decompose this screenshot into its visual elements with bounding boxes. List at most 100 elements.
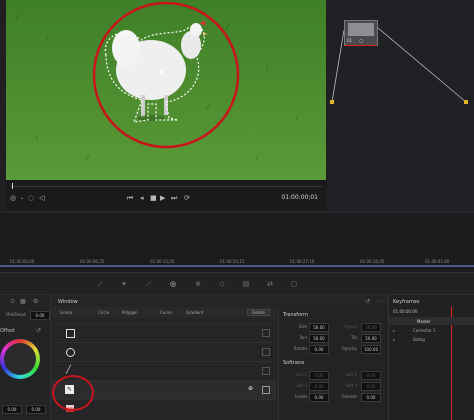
invert-toggle[interactable]: [262, 386, 270, 394]
chevron-down-icon[interactable]: ⌄: [20, 194, 24, 202]
softness-title: Softness: [283, 360, 305, 366]
audio-icon[interactable]: ◁: [39, 194, 44, 202]
invert-toggle[interactable]: [262, 329, 270, 337]
reset-icon[interactable]: ↺: [365, 298, 370, 305]
target-icon[interactable]: ⊙: [10, 298, 15, 305]
circle-icon: [66, 348, 75, 357]
qualifier-icon[interactable]: ⟋: [145, 280, 153, 288]
transform-title: Transform: [283, 312, 308, 318]
transform-panel: Transform Size 50.00 Aspect 50.00 Pan 50…: [278, 307, 387, 420]
lower-panels: ⊙ ▦ ⚙ Mid/Detail 0.00 Offset ↺ 0.00 0.00…: [0, 294, 474, 420]
transport-bar: ◎ ⌄ ◌ ◁ ⏮ ◂ ■ ▶ ⏭ ⟳ 01:00:00;01: [6, 180, 326, 210]
color-match-icon[interactable]: ✦: [120, 280, 128, 288]
track-row[interactable]: ▸ Corrector 1: [389, 326, 474, 334]
opacity-field[interactable]: 100.00: [361, 345, 381, 354]
bypass-icon[interactable]: ◌: [28, 194, 34, 202]
tilt-label: Tilt: [350, 335, 357, 340]
key-icon[interactable]: ⇄: [266, 280, 274, 288]
invert-toggle[interactable]: [262, 367, 270, 375]
soft1-label: Soft 1: [295, 372, 307, 377]
opacity-label: Opacity: [341, 346, 357, 351]
step-back-icon[interactable]: ◂: [140, 194, 144, 202]
outside-label: Outside: [341, 394, 357, 399]
video-frame[interactable]: [6, 0, 326, 180]
scrub-track[interactable]: [10, 186, 322, 187]
camera-raw-icon[interactable]: ⟋: [96, 280, 104, 288]
chicken-image: [6, 0, 326, 180]
polygon-tool[interactable]: Polygon: [122, 310, 138, 315]
timecode-tick: 01:00:34;05: [360, 259, 385, 264]
window-row-linear[interactable]: [52, 323, 276, 342]
loop-icon[interactable]: ⟳: [184, 194, 190, 202]
offset-color-wheel[interactable]: [0, 339, 40, 379]
window-row-circle[interactable]: [52, 342, 276, 361]
node-label: 01: [347, 38, 353, 43]
play-icon[interactable]: ▶: [160, 194, 165, 202]
keyframes-timecode: 01:00:00:00: [393, 309, 418, 314]
invert-toggle[interactable]: [262, 348, 270, 356]
reset-icon[interactable]: ↺: [36, 327, 41, 334]
inside-field[interactable]: 0.00: [309, 393, 329, 402]
circle-tool[interactable]: Circle: [98, 310, 109, 315]
view-options-icon[interactable]: ◎: [10, 194, 16, 202]
track-row[interactable]: ▸ Sizing: [389, 335, 474, 343]
aspect-field[interactable]: 50.00: [361, 323, 381, 332]
track-toggle-icon[interactable]: ▸: [393, 328, 395, 333]
offset-value-field[interactable]: 0.00: [26, 405, 46, 414]
grid-icon[interactable]: ▦: [20, 298, 26, 305]
timecode-tick: 01:00:00;00: [10, 259, 35, 264]
soft4-field[interactable]: 0.00: [361, 382, 381, 391]
stop-icon[interactable]: ■: [150, 194, 157, 202]
node-link-icon: ◯: [359, 38, 364, 43]
skip-start-icon[interactable]: ⏮: [127, 194, 133, 202]
size-field[interactable]: 50.00: [309, 323, 329, 332]
timecode-tick: 01:00:41;00: [425, 259, 450, 264]
color-wheels-panel: ⊙ ▦ ⚙ Mid/Detail 0.00 Offset ↺ 0.00 0.00: [0, 295, 51, 420]
soft4-label: Soft 4: [345, 383, 357, 388]
pen-icon: ╱: [66, 365, 71, 374]
timecode-tick: 01:00:06;25: [80, 259, 105, 264]
track-toggle-icon[interactable]: ▸: [393, 337, 395, 342]
timeline-track[interactable]: [0, 265, 474, 267]
skip-end-icon[interactable]: ⏭: [171, 194, 177, 202]
curve-tool[interactable]: Curve: [160, 310, 172, 315]
soft3-field[interactable]: 0.00: [309, 382, 329, 391]
window-toolbar: Linear Circle Polygon Curve Gradient Del…: [52, 307, 276, 318]
mid-detail-label: Mid/Detail: [6, 312, 27, 317]
timecode-tick: 01:00:13;20: [150, 259, 175, 264]
linear-tool[interactable]: Linear: [60, 310, 72, 315]
pan-field[interactable]: 50.00: [309, 334, 329, 343]
corrector-node[interactable]: 01 ◯: [344, 20, 378, 46]
rotate-field[interactable]: 0.00: [309, 345, 329, 354]
mini-timeline[interactable]: 01:00:00;00 01:00:06;25 01:00:13;20 01:0…: [0, 212, 474, 273]
tilt-field[interactable]: 50.00: [361, 334, 381, 343]
window-panel-title: Window: [58, 299, 78, 305]
soft1-field[interactable]: 0.00: [309, 371, 329, 380]
magic-mask-icon[interactable]: ◇: [218, 280, 226, 288]
offset-label: Offset: [0, 328, 16, 334]
gradient-tool[interactable]: Gradient: [186, 310, 203, 315]
offset-value-field[interactable]: 0.00: [2, 405, 22, 414]
outside-field[interactable]: 0.00: [361, 393, 381, 402]
add-icon[interactable]: ⊕: [248, 385, 253, 392]
size-label: Size: [298, 324, 307, 329]
master-row[interactable]: Master: [389, 317, 474, 325]
soft2-field[interactable]: 0.00: [361, 371, 381, 380]
node-editor[interactable]: 01 ◯: [328, 0, 474, 212]
palette-toolbar: ⟋ ✦ ⟋ ◎ ⊕ ◇ ▤ ⇄ ▢: [0, 272, 474, 295]
square-icon: [66, 329, 75, 338]
window-row-polygon[interactable]: ╱: [52, 361, 276, 380]
soft2-label: Soft 2: [345, 372, 357, 377]
mid-detail-field[interactable]: 0.00: [30, 311, 50, 320]
playhead[interactable]: [12, 183, 13, 189]
rotate-label: Rotate: [293, 346, 307, 351]
timecode-display: 01:00:00;01: [281, 194, 318, 201]
delete-button[interactable]: Delete: [247, 309, 271, 316]
more-options-icon[interactable]: ⋯: [376, 298, 382, 305]
window-icon[interactable]: ◎: [169, 280, 177, 288]
blur-icon[interactable]: ▤: [242, 280, 250, 288]
node-outline: [345, 45, 377, 46]
tracker-icon[interactable]: ⊕: [194, 280, 202, 288]
sizing-icon[interactable]: ▢: [290, 280, 298, 288]
settings-icon[interactable]: ⚙: [33, 298, 38, 305]
